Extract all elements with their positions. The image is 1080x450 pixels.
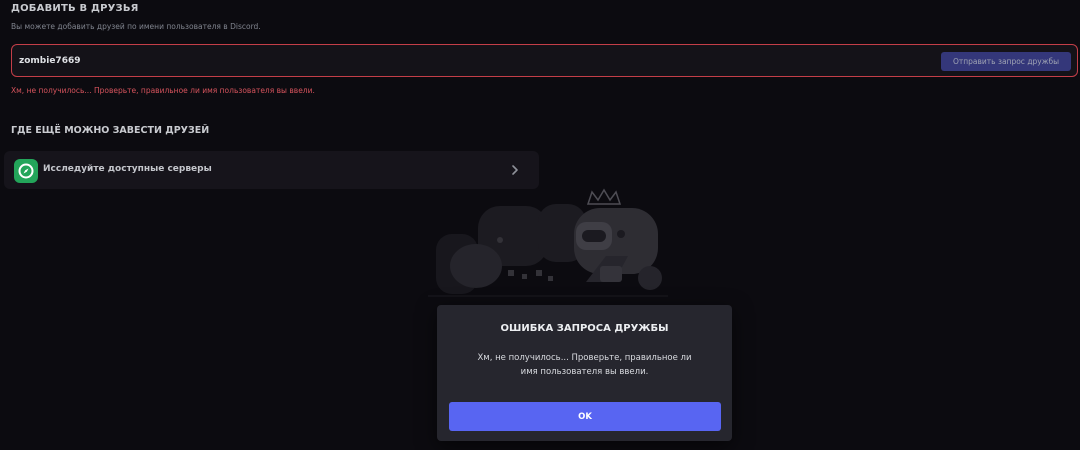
chevron-right-icon [512, 165, 518, 175]
friend-request-error-modal: ОШИБКА ЗАПРОСА ДРУЖБЫ Хм, не получилось.… [437, 305, 732, 441]
modal-message: Хм, не получилось... Проверьте, правильн… [477, 353, 692, 377]
add-friend-input-bar: Отправить запрос дружбы [11, 44, 1078, 77]
ok-button[interactable]: OK [449, 402, 721, 431]
wumpus-illustration [428, 188, 668, 297]
where-to-find-friends-title: ГДЕ ЕЩЁ МОЖНО ЗАВЕСТИ ДРУЗЕЙ [11, 125, 210, 136]
add-friend-description: Вы можете добавить друзей по имени польз… [11, 22, 261, 31]
friends-page: ДОБАВИТЬ В ДРУЗЬЯ Вы можете добавить дру… [0, 0, 1080, 450]
modal-title: ОШИБКА ЗАПРОСА ДРУЖБЫ [500, 323, 669, 334]
error-message: Хм, не получилось... Проверьте, правильн… [11, 86, 315, 95]
compass-icon [14, 159, 38, 183]
username-input[interactable] [19, 45, 919, 76]
add-friend-title: ДОБАВИТЬ В ДРУЗЬЯ [11, 3, 139, 14]
explore-servers-button[interactable]: Исследуйте доступные серверы [4, 151, 539, 189]
send-friend-request-button[interactable]: Отправить запрос дружбы [941, 52, 1071, 71]
explore-servers-label: Исследуйте доступные серверы [43, 164, 212, 174]
